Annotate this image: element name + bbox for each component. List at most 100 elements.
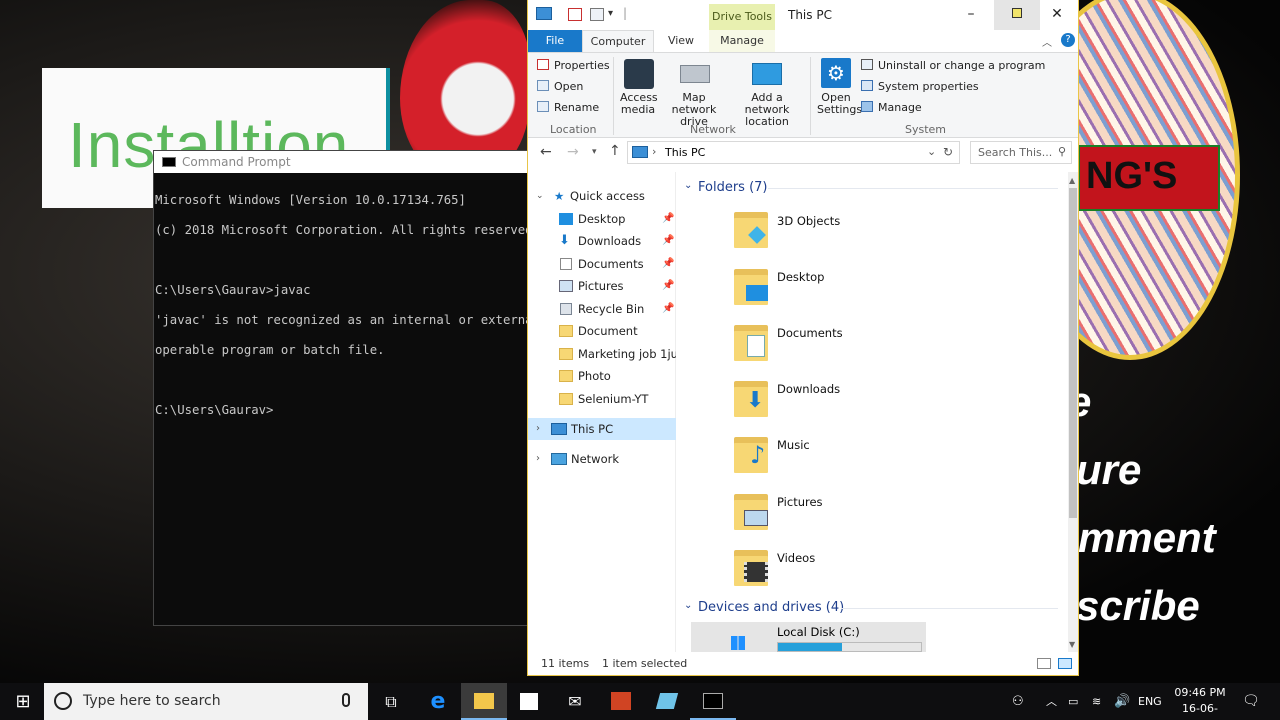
tab-file[interactable]: File [528,30,582,52]
expand-chevron-icon[interactable]: › [536,448,540,470]
new-folder-quick-icon[interactable] [590,8,604,21]
properties-icon [537,59,549,70]
nav-this-pc[interactable]: › This PC [528,418,676,440]
start-button[interactable]: ⊞ [0,683,46,720]
minimize-button[interactable]: – [948,0,994,30]
customize-dropdown-icon[interactable]: ▾ [608,8,613,19]
powerpoint-icon[interactable] [598,683,644,720]
folder-item[interactable]: Desktop [777,270,824,284]
folder-icon [559,370,573,382]
tile-icon [655,693,679,709]
manage-icon [861,101,873,112]
recent-locations-icon[interactable]: ▾ [592,147,597,157]
vertical-scrollbar[interactable]: ▲ ▼ [1068,172,1078,652]
people-icon[interactable]: ⚇ [1012,683,1024,720]
up-arrow-icon[interactable]: ↑ [609,143,621,159]
folder-item[interactable]: Videos [777,551,815,565]
tray-chevron-icon[interactable]: ︿ [1046,683,1057,720]
large-icons-view-icon[interactable] [1058,658,1072,669]
volume-icon[interactable]: 🔊 [1114,683,1130,720]
uninstall-program-button[interactable]: Uninstall or change a program [861,59,1045,72]
file-explorer-window[interactable]: ▾ | Drive Tools This PC – ✕ File Compute… [527,0,1079,676]
cmd-output[interactable]: Microsoft Windows [Version 10.0.17134.76… [154,173,532,448]
language-indicator[interactable]: ENG [1138,683,1162,720]
collapse-chevron-icon[interactable]: ⌄ [684,600,692,611]
scroll-up-icon[interactable]: ▲ [1069,176,1075,185]
folder-item[interactable]: Pictures [777,495,823,509]
back-arrow-icon[interactable]: ← [540,144,552,160]
pin-icon: 📌 [662,258,675,269]
access-media-button[interactable]: Access media [620,92,658,116]
nav-item-desktop[interactable]: Desktop 📌 [528,208,676,230]
details-view-icon[interactable] [1037,658,1051,669]
tab-manage[interactable]: Manage [709,30,775,52]
nav-item-documents[interactable]: Documents 📌 [528,253,676,275]
refresh-icon[interactable]: ↻ [943,145,953,159]
close-button[interactable]: ✕ [1034,0,1080,30]
nav-network[interactable]: › Network [528,448,676,470]
help-icon[interactable]: ? [1061,33,1075,47]
nav-item-selenium[interactable]: Selenium-YT [528,388,676,410]
desktop-icon [746,285,768,301]
microphone-icon[interactable] [342,693,350,707]
properties-quick-icon[interactable] [568,8,582,21]
wifi-icon[interactable]: ≋ [1092,683,1101,720]
manage-button[interactable]: Manage [861,101,922,114]
nav-item-recycle-bin[interactable]: Recycle Bin 📌 [528,298,676,320]
expand-chevron-icon[interactable]: › [536,418,540,440]
file-explorer-taskbar-icon[interactable] [461,683,507,720]
selected-count: 1 item selected [602,657,688,670]
tab-computer[interactable]: Computer [582,30,654,52]
nav-quick-access[interactable]: ⌄ ★ Quick access [528,185,676,207]
folder-icon [559,393,573,405]
command-prompt-window[interactable]: Command Prompt Microsoft Windows [Versio… [153,150,533,626]
properties-button[interactable]: Properties [537,59,610,72]
forward-arrow-icon[interactable]: → [567,144,579,160]
mail-icon[interactable]: ✉ [552,683,598,720]
folder-item[interactable]: Downloads [777,382,840,396]
ribbon-separator [810,57,811,135]
scroll-thumb[interactable] [1069,188,1077,518]
scroll-down-icon[interactable]: ▼ [1069,640,1075,649]
nav-item-pictures[interactable]: Pictures 📌 [528,275,676,297]
taskbar: ⊞ Type here to search ⧉ e ✉ ⚇ ︿ ▭ ≋ 🔊 EN… [0,683,1280,720]
tab-view[interactable]: View [656,30,706,52]
battery-icon[interactable]: ▭ [1068,683,1078,720]
search-input[interactable]: Search This... [970,141,1072,164]
collapse-chevron-icon[interactable]: ⌄ [536,185,544,207]
task-view-icon[interactable]: ⧉ [368,683,414,720]
open-button[interactable]: Open [537,80,583,93]
taskbar-search-box[interactable]: Type here to search [44,683,368,720]
folder-item[interactable]: 3D Objects [777,214,840,228]
nav-item-downloads[interactable]: ⬇ Downloads 📌 [528,230,676,252]
nav-label: Downloads [578,234,642,248]
notifications-icon[interactable]: 🗨 [1242,683,1260,720]
folders-header[interactable]: Folders (7) [698,180,768,195]
explorer-titlebar[interactable]: ▾ | Drive Tools This PC – ✕ [528,0,1078,30]
cmd-taskbar-icon[interactable] [690,683,736,720]
folder-icon [734,321,768,361]
address-dropdown-icon[interactable]: ⌄ [927,145,936,158]
collapse-chevron-icon[interactable]: ⌄ [684,180,692,191]
address-bar[interactable]: › This PC ⌄ ↻ [627,141,960,164]
system-properties-button[interactable]: System properties [861,80,979,93]
nav-item-photo[interactable]: Photo [528,365,676,387]
manage-label: Manage [878,101,922,114]
devices-header[interactable]: Devices and drives (4) [698,600,844,615]
rename-button[interactable]: Rename [537,101,599,114]
nav-item-marketing[interactable]: Marketing job 1june [528,343,676,365]
clock[interactable]: 09:46 PM 16-06-2019 [1172,683,1228,720]
app-icon[interactable] [644,683,690,720]
film-strip-icon [744,562,768,582]
folder-item[interactable]: Documents [777,326,843,340]
add-network-location-button[interactable]: Add a network location [729,92,805,128]
collapse-ribbon-icon[interactable]: ︿ [1042,34,1052,49]
nav-item-document[interactable]: Document [528,320,676,342]
open-settings-button[interactable]: Open Settings [817,92,862,116]
cmd-line [155,373,532,388]
cmd-titlebar[interactable]: Command Prompt [154,151,532,173]
edge-icon[interactable]: e [415,683,461,720]
drive-item-c[interactable]: Local Disk (C:) [691,622,926,652]
store-icon[interactable] [506,683,552,720]
folder-item[interactable]: Music [777,438,810,452]
